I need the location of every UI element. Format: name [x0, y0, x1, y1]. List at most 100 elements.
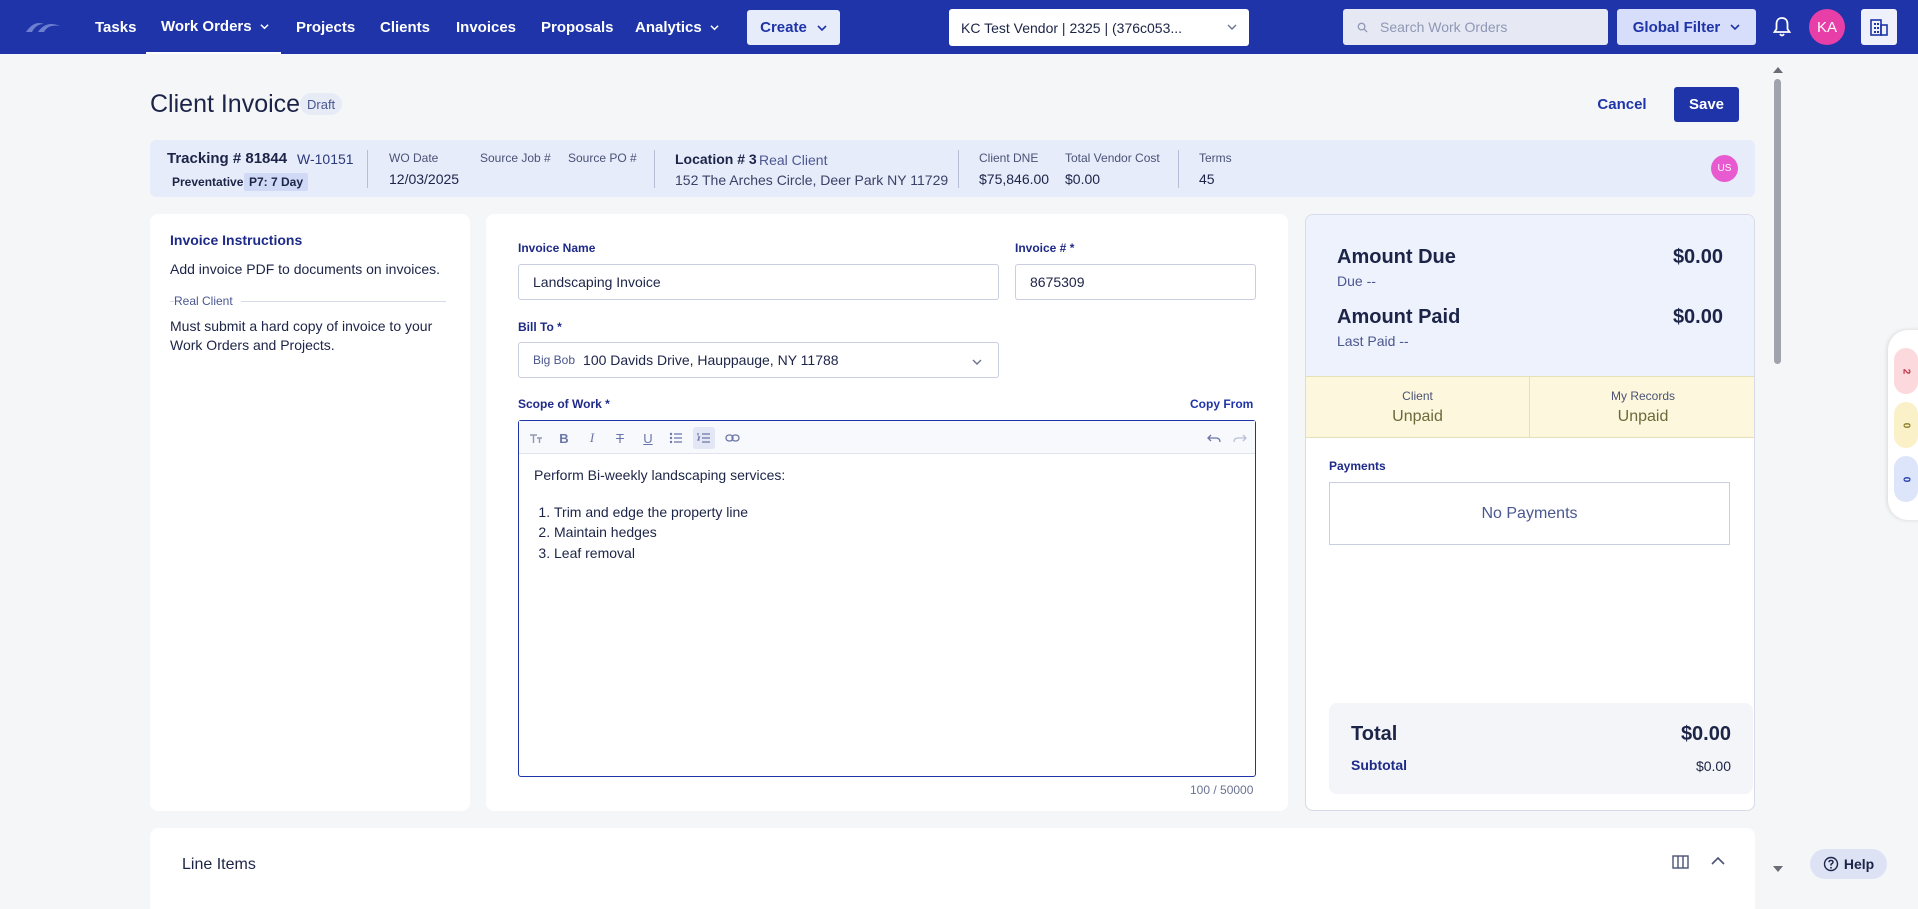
nav-invoices-label: Invoices — [456, 18, 517, 36]
help-button[interactable]: Help — [1810, 849, 1887, 879]
subtotal-label: Subtotal — [1351, 757, 1407, 773]
client-status[interactable]: Client Unpaid — [1306, 377, 1530, 437]
nav-proposals[interactable]: Proposals — [541, 0, 614, 54]
underline-icon[interactable]: U — [637, 427, 659, 449]
invoice-number-label: Invoice # * — [1015, 241, 1075, 255]
invoice-name-label: Invoice Name — [518, 241, 596, 255]
blue-counter-value: 0 — [1900, 476, 1912, 482]
client-dne-value: $75,846.00 — [979, 171, 1050, 187]
client-status-label: Client — [1402, 389, 1433, 403]
work-order-info-bar: Tracking # 81844 W-10151 Preventative P7… — [150, 140, 1755, 197]
list-item: Maintain hedges — [554, 522, 785, 543]
nav-projects[interactable]: Projects — [296, 0, 355, 54]
no-payments-box: No Payments — [1329, 482, 1730, 545]
invoice-number-field[interactable]: 8675309 — [1015, 264, 1256, 300]
scope-editor[interactable]: B I T U Perform Bi-weekly landscaping se… — [518, 420, 1256, 777]
scope-list: Trim and edge the property line Maintain… — [554, 502, 785, 564]
divider — [1178, 150, 1179, 188]
amounts-section: Amount Due $0.00 Due -- Amount Paid $0.0… — [1306, 215, 1754, 376]
location-client[interactable]: Real Client — [759, 152, 827, 168]
yellow-counter[interactable]: 0 — [1894, 402, 1918, 448]
top-navigation: Tasks Work Orders Projects Clients Invoi… — [0, 0, 1918, 54]
amount-due-label: Amount Due — [1337, 246, 1456, 268]
cancel-button[interactable]: Cancel — [1590, 87, 1654, 122]
italic-icon[interactable]: I — [581, 427, 603, 449]
client-status-value: Unpaid — [1392, 408, 1443, 425]
text-size-icon[interactable] — [525, 427, 547, 449]
chevron-down-icon — [710, 24, 719, 30]
chevron-up-icon[interactable] — [1711, 856, 1725, 866]
red-counter[interactable]: 2 — [1894, 348, 1918, 394]
scroll-up-icon[interactable] — [1773, 67, 1783, 73]
bill-to-select[interactable]: Big Bob 100 Davids Drive, Hauppauge, NY … — [518, 342, 999, 378]
bullet-list-icon[interactable] — [665, 427, 687, 449]
editor-content[interactable]: Perform Bi-weekly landscaping services: … — [534, 465, 785, 563]
scroll-down-icon[interactable] — [1773, 866, 1783, 872]
list-item: Trim and edge the property line — [554, 502, 785, 523]
bell-icon[interactable] — [1772, 16, 1792, 38]
location-address: 152 The Arches Circle, Deer Park NY 1172… — [675, 172, 949, 188]
nav-proposals-label: Proposals — [541, 18, 614, 36]
nav-work-orders-label: Work Orders — [161, 17, 252, 35]
search-input[interactable] — [1380, 19, 1600, 35]
instructions-title: Invoice Instructions — [170, 232, 303, 248]
undo-icon[interactable] — [1203, 427, 1225, 449]
priority-tag: P7: 7 Day — [244, 173, 309, 191]
user-avatar[interactable]: KA — [1809, 9, 1845, 45]
invoice-name-field[interactable]: Landscaping Invoice — [518, 264, 999, 300]
nav-tasks[interactable]: Tasks — [95, 0, 136, 54]
list-item: Leaf removal — [554, 543, 785, 564]
chevron-down-icon — [1730, 24, 1740, 31]
instructions-general: Add invoice PDF to documents on invoices… — [170, 261, 441, 277]
create-button[interactable]: Create — [747, 10, 840, 45]
amount-paid-value: $0.00 — [1672, 306, 1723, 328]
chevron-down-icon — [817, 24, 827, 31]
total-label: Total — [1351, 723, 1398, 745]
nav-invoices[interactable]: Invoices — [456, 0, 516, 54]
nav-clients-label: Clients — [380, 18, 431, 36]
link-icon[interactable] — [721, 427, 743, 449]
location-number[interactable]: Location # 3 — [675, 151, 757, 167]
vendor-cost-label: Total Vendor Cost — [1065, 151, 1160, 165]
create-label: Create — [760, 19, 807, 36]
records-status[interactable]: My Records Unpaid — [1531, 377, 1754, 437]
invoice-number-value: 8675309 — [1030, 274, 1085, 290]
scrollbar-thumb[interactable] — [1774, 79, 1781, 364]
records-status-label: My Records — [1610, 389, 1675, 403]
app-logo-icon[interactable] — [24, 18, 64, 36]
vendor-select[interactable]: KC Test Vendor | 2325 | (376c053... — [949, 9, 1249, 46]
nav-analytics[interactable]: Analytics — [635, 0, 719, 54]
numbered-list-icon[interactable] — [693, 427, 715, 449]
blue-counter[interactable]: 0 — [1894, 456, 1918, 502]
building-button[interactable] — [1861, 9, 1897, 45]
work-order-number[interactable]: W-10151 — [297, 151, 354, 167]
payment-summary-panel: Amount Due $0.00 Due -- Amount Paid $0.0… — [1305, 214, 1755, 811]
tracking-number[interactable]: Tracking # 81844 — [167, 150, 287, 167]
save-button[interactable]: Save — [1674, 87, 1739, 122]
instructions-client-line-2: Work Orders and Projects. — [170, 337, 335, 353]
totals-box: Total $0.00 Subtotal $0.00 — [1329, 703, 1753, 794]
divider — [958, 150, 959, 188]
global-filter-button[interactable]: Global Filter — [1617, 9, 1756, 45]
columns-icon[interactable] — [1672, 855, 1689, 869]
scope-label: Scope of Work * — [518, 397, 610, 411]
editor-toolbar: B I T U — [519, 421, 1255, 454]
bill-to-address: 100 Davids Drive, Hauppauge, NY 11788 — [583, 352, 839, 368]
yellow-counter-value: 0 — [1900, 422, 1912, 428]
building-icon — [1870, 19, 1888, 36]
invoice-name-value: Landscaping Invoice — [533, 274, 661, 290]
help-label: Help — [1843, 856, 1875, 872]
copy-from-button[interactable]: Copy From — [1190, 397, 1253, 411]
payments-label: Payments — [1329, 459, 1386, 473]
assigned-user-avatar[interactable]: US — [1711, 155, 1738, 182]
amount-paid-label: Amount Paid — [1337, 306, 1461, 328]
no-payments-text: No Payments — [1481, 504, 1578, 522]
strikethrough-icon[interactable]: T — [609, 427, 631, 449]
redo-icon[interactable] — [1229, 427, 1251, 449]
amount-due-value: $0.00 — [1672, 246, 1723, 268]
nav-clients[interactable]: Clients — [380, 0, 430, 54]
bold-icon[interactable]: B — [553, 427, 575, 449]
wo-date-label: WO Date — [389, 151, 439, 165]
user-avatar-initials: KA — [1816, 18, 1837, 36]
nav-work-orders[interactable]: Work Orders — [146, 0, 281, 54]
